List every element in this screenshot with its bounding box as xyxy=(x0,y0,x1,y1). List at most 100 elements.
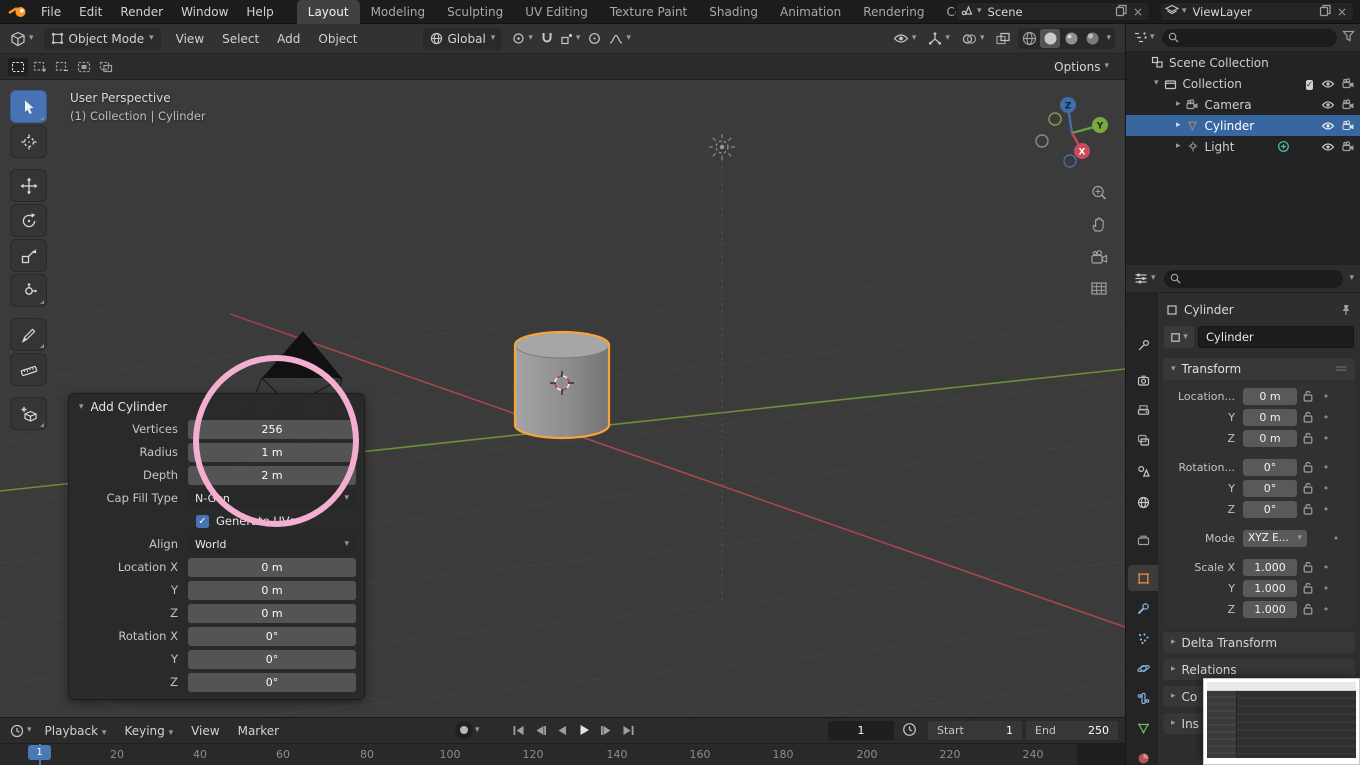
select-mode-new-button[interactable] xyxy=(8,58,28,76)
outliner-row-camera[interactable]: ▸ Camera xyxy=(1126,94,1360,115)
xray-toggle[interactable] xyxy=(992,28,1014,50)
tab-object-data[interactable] xyxy=(1128,715,1158,741)
tab-particles[interactable] xyxy=(1128,625,1158,651)
scale-y-field[interactable]: 1.000 xyxy=(1243,580,1297,597)
playhead-chip[interactable]: 1 xyxy=(28,745,51,760)
animate-dot[interactable]: • xyxy=(1319,603,1333,616)
shading-solid-button[interactable] xyxy=(1040,29,1060,48)
proportional-edit-button[interactable] xyxy=(584,28,605,50)
animate-dot[interactable]: • xyxy=(1319,390,1333,403)
pin-icon[interactable] xyxy=(1340,304,1352,316)
transform-panel-header[interactable]: ▾ Transform xyxy=(1163,358,1355,380)
visibility-dropdown[interactable]: ▾ xyxy=(889,28,921,50)
vertices-field[interactable]: 256 xyxy=(188,420,356,439)
pivot-point-button[interactable]: ▾ xyxy=(508,28,537,50)
cap-fill-dropdown[interactable]: N-Gon▾ xyxy=(188,489,356,508)
tab-collection[interactable] xyxy=(1128,527,1158,553)
editor-type-button[interactable]: ▾ xyxy=(6,28,38,50)
rotation-mode-dropdown[interactable]: XYZ E...▾ xyxy=(1243,530,1307,547)
tab-object[interactable] xyxy=(1128,565,1158,591)
workspace-tab-modeling[interactable]: Modeling xyxy=(360,0,437,24)
select-mode-invert-button[interactable] xyxy=(74,58,94,76)
menu-viewport-select[interactable]: Select xyxy=(213,27,268,51)
pan-button[interactable] xyxy=(1087,212,1111,236)
lock-icon[interactable] xyxy=(1297,603,1319,615)
gizmo-negative-axis[interactable] xyxy=(1036,135,1048,147)
chevron-down-icon[interactable]: ▾ xyxy=(475,726,480,735)
tab-material[interactable] xyxy=(1128,745,1158,765)
scale-z-field[interactable]: 1.000 xyxy=(1243,601,1297,618)
frame-start-field[interactable]: Start1 xyxy=(928,721,1022,740)
outliner-row-scene-collection[interactable]: Scene Collection xyxy=(1126,52,1360,73)
gizmos-dropdown[interactable]: ▾ xyxy=(924,28,954,50)
animate-dot[interactable]: • xyxy=(1319,461,1333,474)
animate-dot[interactable]: • xyxy=(1319,582,1333,595)
current-frame-field[interactable]: 1 xyxy=(828,721,894,740)
lock-icon[interactable] xyxy=(1297,411,1319,423)
operator-panel-header[interactable]: ▾ Add Cylinder xyxy=(69,394,364,419)
jump-to-start-button[interactable] xyxy=(508,720,528,740)
close-icon[interactable]: × xyxy=(1335,5,1349,19)
snap-toggle-button[interactable] xyxy=(537,28,557,50)
animate-dot[interactable]: • xyxy=(1319,411,1333,424)
copy-icon[interactable] xyxy=(1115,4,1128,20)
render-visibility-icon[interactable] xyxy=(1342,99,1355,110)
breadcrumb-object[interactable]: Cylinder xyxy=(1184,303,1234,317)
menu-viewport-view[interactable]: View xyxy=(167,27,213,51)
tool-move[interactable] xyxy=(10,169,47,202)
tool-transform[interactable] xyxy=(10,274,47,307)
tab-output[interactable] xyxy=(1128,397,1158,423)
play-button[interactable] xyxy=(574,720,594,740)
location-y-field[interactable]: 0 m xyxy=(1243,409,1297,426)
location-x-field[interactable]: 0 m xyxy=(188,558,356,577)
menu-window[interactable]: Window xyxy=(172,0,237,24)
options-dropdown[interactable]: Options▾ xyxy=(1046,60,1117,74)
animate-dot[interactable]: • xyxy=(1319,503,1333,516)
eye-icon[interactable] xyxy=(1321,100,1335,110)
tab-constraints[interactable] xyxy=(1128,685,1158,711)
jump-to-end-button[interactable] xyxy=(618,720,638,740)
menu-viewport-object[interactable]: Object xyxy=(309,27,366,51)
generate-uvs-checkbox[interactable]: ✓ xyxy=(196,515,209,528)
rotation-z-field[interactable]: 0° xyxy=(1243,501,1297,518)
tool-annotate[interactable] xyxy=(10,318,47,351)
tool-scale[interactable] xyxy=(10,239,47,272)
tab-modifiers[interactable] xyxy=(1128,595,1158,621)
tool-cursor[interactable] xyxy=(10,125,47,158)
lock-icon[interactable] xyxy=(1297,582,1319,594)
lock-icon[interactable] xyxy=(1297,482,1319,494)
location-x-field[interactable]: 0 m xyxy=(1243,388,1297,405)
render-visibility-icon[interactable] xyxy=(1342,78,1355,89)
scene-selector[interactable]: ▾ Scene × xyxy=(956,2,1150,21)
gizmo-negative-axis[interactable] xyxy=(1049,113,1061,125)
expander-icon[interactable]: ▸ xyxy=(1176,142,1181,151)
location-y-field[interactable]: 0 m xyxy=(188,581,356,600)
section-relations[interactable]: ▸Relations xyxy=(1163,659,1355,680)
menu-file[interactable]: File xyxy=(32,0,70,24)
outliner-search-input[interactable] xyxy=(1162,29,1337,47)
rotation-z-field[interactable]: 0° xyxy=(188,673,356,692)
scale-x-field[interactable]: 1.000 xyxy=(1243,559,1297,576)
chevron-down-icon[interactable]: ▾ xyxy=(1349,274,1354,283)
outliner-editor-button[interactable]: ▾ xyxy=(1131,27,1157,49)
expander-icon[interactable]: ▸ xyxy=(1176,100,1181,109)
rotation-y-field[interactable]: 0° xyxy=(1243,480,1297,497)
menu-edit[interactable]: Edit xyxy=(70,0,111,24)
menu-marker[interactable]: Marker xyxy=(229,719,288,743)
shading-wireframe-button[interactable] xyxy=(1019,29,1039,48)
gizmo-negative-axis[interactable] xyxy=(1064,155,1076,167)
animate-dot[interactable]: • xyxy=(1329,532,1343,545)
animate-dot[interactable]: • xyxy=(1319,432,1333,445)
properties-search-input[interactable] xyxy=(1164,270,1344,288)
animate-dot[interactable]: • xyxy=(1319,482,1333,495)
tab-world[interactable] xyxy=(1128,489,1158,515)
location-z-field[interactable]: 0 m xyxy=(1243,430,1297,447)
radius-field[interactable]: 1 m xyxy=(188,443,356,462)
tab-tool[interactable] xyxy=(1128,332,1158,358)
record-button[interactable] xyxy=(455,721,473,739)
overlays-dropdown[interactable]: ▾ xyxy=(958,28,989,50)
location-z-field[interactable]: 0 m xyxy=(188,604,356,623)
workspace-tab-sculpting[interactable]: Sculpting xyxy=(436,0,514,24)
ortho-toggle-button[interactable] xyxy=(1087,276,1111,300)
orientation-dropdown[interactable]: Global ▾ xyxy=(423,28,503,50)
